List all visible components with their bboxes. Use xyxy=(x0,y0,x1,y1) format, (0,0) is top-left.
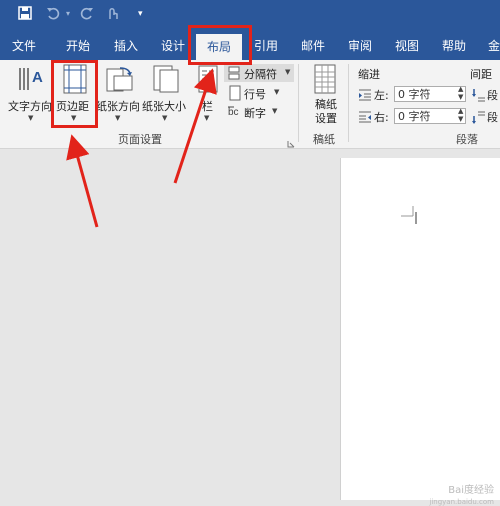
watermark-url: jingyan.baidu.com xyxy=(429,498,494,506)
watermark-brand: Bai度经验 xyxy=(448,485,494,496)
annotation-arrows xyxy=(66,68,217,228)
arrow-to-margins xyxy=(66,134,99,228)
arrow-to-layout-tab xyxy=(173,68,217,184)
